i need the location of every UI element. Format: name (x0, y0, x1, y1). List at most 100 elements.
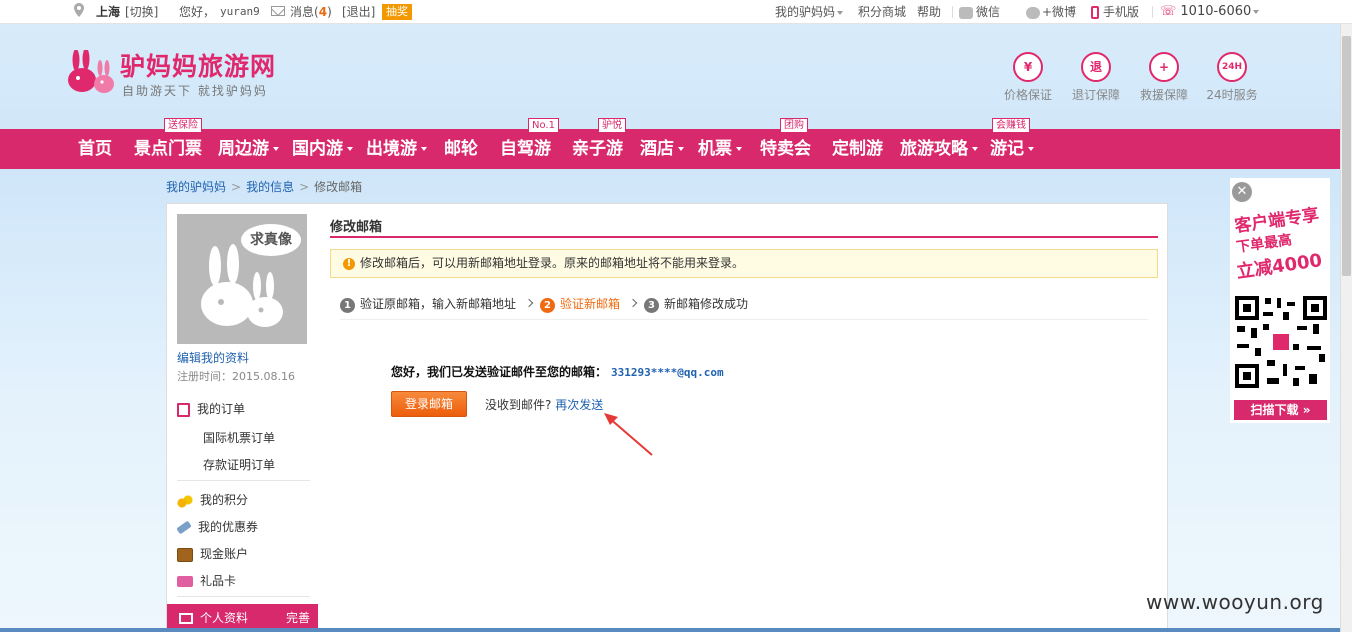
close-icon[interactable]: ✕ (1232, 182, 1252, 202)
annotation-arrow-icon (604, 413, 653, 456)
greeting-text: 您好， (179, 5, 216, 19)
wechat-link[interactable]: 微信 (959, 4, 1000, 20)
refund-guarantee[interactable]: 退 退订保障 (1066, 52, 1126, 103)
resend-link[interactable]: 再次发送 (555, 398, 603, 412)
progress-steps: 1 验证原邮箱，输入新邮箱地址 2 验证新邮箱 3 新邮箱修改成功 (340, 296, 1148, 320)
username[interactable]: yuran9 (220, 4, 260, 20)
hotline-number: 1010-6060 (1180, 4, 1252, 19)
nav-abroad[interactable]: 出境游 (366, 129, 427, 169)
qr-code-icon (1233, 294, 1329, 390)
watermark: www.wooyun.org (1146, 590, 1324, 614)
price-guarantee[interactable]: ¥ 价格保证 (998, 52, 1058, 103)
content-panel: 求真像 编辑我的资料 注册时间：2015.08.16 我的订单 国际机票订单 存… (166, 203, 1168, 632)
scrollbar-thumb[interactable] (1342, 36, 1351, 276)
nav-tag-lvyue: 驴悦 (598, 118, 626, 133)
chevron-down-icon (1253, 9, 1260, 14)
order-list-icon (177, 402, 190, 417)
not-received-row: 没收到邮件? 再次发送 (485, 396, 603, 413)
breadcrumb-my-lvmama[interactable]: 我的驴妈妈 (166, 180, 226, 194)
nav-tickets[interactable]: 送保险 景点门票 (134, 118, 202, 169)
top-bar: 上海 [切换] 您好， yuran9 消息(4) [退出] 抽奖 我的驴妈妈 积… (0, 0, 1352, 24)
weibo-link[interactable]: +微博 (1026, 4, 1076, 20)
sidebar-item-points[interactable]: 我的积分 (177, 491, 248, 509)
logo-slogan: 自助游天下 就找驴妈妈 (122, 84, 268, 98)
nav-custom[interactable]: 定制游 (832, 129, 883, 169)
sidebar-item-label: 我的积分 (200, 493, 249, 507)
chevron-right-icon (628, 298, 638, 308)
sidebar-item-label: 我的订单 (197, 402, 246, 416)
location-pin-icon (74, 3, 84, 17)
my-lvmama-label: 我的驴妈妈 (775, 5, 836, 19)
chevron-down-icon (678, 147, 684, 151)
step-label: 验证原邮箱，输入新邮箱地址 (360, 297, 517, 311)
notice-text: 修改邮箱后，可以用新邮箱地址登录。原来的邮箱地址将不能用来登录。 (360, 256, 745, 270)
service-24h-label: 24时服务 (1206, 88, 1258, 102)
scan-download-label: 扫描下载 (1250, 403, 1299, 417)
nav-family[interactable]: 驴悦亲子游 (572, 118, 626, 169)
sidebar-item-cash-account[interactable]: 现金账户 (177, 545, 248, 563)
switch-city-link[interactable]: [切换] (125, 4, 158, 20)
sidebar-item-intl-flight-orders[interactable]: 国际机票订单 (203, 429, 275, 446)
sidebar-item-coupons[interactable]: 我的优惠券 (176, 518, 259, 536)
scan-download-button[interactable]: 扫描下载 » (1234, 400, 1327, 420)
chevron-down-icon (972, 147, 978, 151)
nav-abroad-label: 出境游 (366, 139, 417, 159)
sidebar-item-deposit-orders[interactable]: 存款证明订单 (203, 456, 275, 473)
lottery-badge[interactable]: 抽奖 (382, 4, 412, 20)
help-link[interactable]: 帮助 (917, 4, 941, 20)
nav-travelogue[interactable]: 会赚钱 游记 (990, 118, 1034, 169)
service-24h[interactable]: 24H 24时服务 (1202, 52, 1262, 103)
sidebar-item-label: 个人资料 (200, 611, 249, 625)
gift-card-icon (177, 576, 193, 587)
mobile-link[interactable]: 手机版 (1091, 4, 1139, 20)
breadcrumb: 我的驴妈妈 > 我的信息 > 修改邮箱 (166, 178, 362, 195)
nav-tickets-label: 景点门票 (134, 139, 202, 159)
sent-message-text: 您好，我们已发送验证邮件至您的邮箱： (391, 365, 608, 379)
step-label: 验证新邮箱 (560, 297, 621, 311)
logo-text[interactable]: 驴妈妈旅游网 (120, 52, 276, 82)
sidebar-item-gift-card[interactable]: 礼品卡 (177, 572, 236, 590)
main-nav: 首页 送保险 景点门票 周边游 国内游 出境游 邮轮 No.1 自驾游 驴悦 亲子游 … (0, 118, 1340, 169)
sidebar-item-orders[interactable]: 我的订单 (177, 400, 245, 418)
my-lvmama-menu[interactable]: 我的驴妈妈 (775, 4, 844, 20)
not-received-text: 没收到邮件? (485, 398, 552, 412)
messages-link[interactable]: 消息(4) (290, 4, 332, 20)
sidebar-item-label: 现金账户 (200, 547, 249, 561)
breadcrumb-my-info[interactable]: 我的信息 (246, 180, 294, 194)
nav-home-label: 首页 (78, 139, 112, 159)
divider (177, 596, 310, 597)
nav-sale[interactable]: 团购 特卖会 (760, 118, 811, 169)
avatar[interactable]: 求真像 (177, 214, 307, 344)
logout-link[interactable]: [退出] (342, 4, 375, 20)
nav-cruise[interactable]: 邮轮 (444, 129, 478, 169)
login-mailbox-button[interactable]: 登录邮箱 (391, 391, 467, 417)
chevron-down-icon (837, 10, 844, 15)
nav-domestic[interactable]: 国内游 (292, 129, 353, 169)
chevron-down-icon (736, 147, 742, 151)
edit-profile-link[interactable]: 编辑我的资料 (177, 349, 249, 366)
nav-guides[interactable]: 旅游攻略 (900, 129, 978, 169)
points-mall-link[interactable]: 积分商城 (858, 4, 906, 20)
price-guarantee-label: 价格保证 (1003, 88, 1052, 102)
phone-icon: ☏ (1160, 4, 1177, 19)
sidebar-item-label: 我的优惠券 (198, 520, 259, 534)
nav-hotel[interactable]: 酒店 (640, 129, 684, 169)
nav-home[interactable]: 首页 (78, 129, 112, 169)
rescue-guarantee[interactable]: + 救援保障 (1134, 52, 1194, 103)
weibo-icon (1026, 6, 1040, 19)
nav-nearby[interactable]: 周边游 (218, 129, 279, 169)
nav-family-label: 亲子游 (572, 139, 623, 159)
nav-self-drive[interactable]: No.1 自驾游 (500, 118, 559, 169)
24h-icon: 24H (1217, 52, 1247, 82)
nav-domestic-label: 国内游 (292, 139, 343, 159)
refund-guarantee-icon: 退 (1081, 52, 1111, 82)
chevron-down-icon (347, 147, 353, 151)
nav-tag-earn: 会赚钱 (992, 118, 1030, 133)
hotline[interactable]: ☏ 1010-6060 (1160, 4, 1260, 20)
chevron-right-icon: > (231, 180, 242, 194)
verification-sent-message: 您好，我们已发送验证邮件至您的邮箱： 331293****@qq.com (391, 363, 724, 380)
id-card-icon (179, 613, 193, 624)
nav-flight[interactable]: 机票 (698, 129, 742, 169)
step-1: 1 验证原邮箱，输入新邮箱地址 (340, 296, 516, 313)
step-number: 1 (340, 298, 355, 313)
